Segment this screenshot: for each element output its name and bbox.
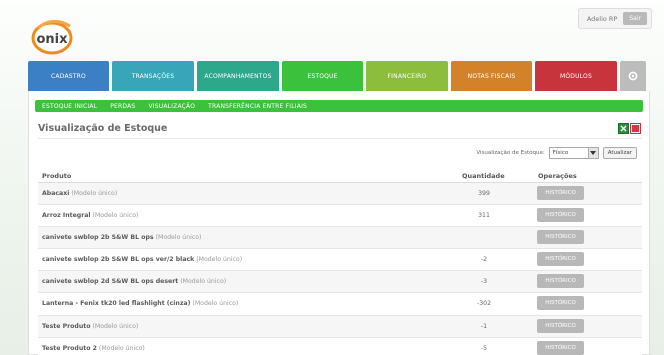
header-operations: Operações	[538, 172, 577, 180]
sub-nav: Estoque Inicial Perdas Visualização Tran…	[35, 100, 643, 112]
history-button[interactable]: Histórico	[537, 318, 584, 333]
page-title: Visualização de Estoque	[38, 123, 168, 134]
subnav-transferencia[interactable]: Transferência entre filiais	[208, 103, 307, 110]
quantity-cell: -302	[476, 300, 492, 308]
product-name: Teste Produto	[42, 322, 91, 330]
stock-view-filter: Visualização de Estoque: Físico Atualiza…	[476, 147, 637, 159]
product-cell: Teste Produto 2 (Modelo único)	[42, 345, 145, 352]
product-name: Lanterna - Fenix tk20 led flashlight (ci…	[42, 300, 191, 308]
user-name: Adelio RP	[586, 14, 618, 23]
table-row: Abacaxi (Modelo único) 399 Histórico	[38, 183, 642, 206]
history-button[interactable]: Histórico	[537, 208, 584, 223]
onix-logo-icon: onix	[31, 20, 73, 55]
product-name: canivete swblop 2b S&W BL ops ver/2 blac…	[42, 256, 195, 264]
table-row: Teste Produto (Modelo único) -1 Históric…	[38, 315, 642, 338]
settings-button[interactable]	[620, 61, 646, 91]
subnav-estoque-inicial[interactable]: Estoque Inicial	[42, 103, 97, 110]
quantity-cell: -5	[480, 344, 488, 352]
subnav-perdas[interactable]: Perdas	[110, 103, 135, 110]
chevron-down-icon	[587, 148, 598, 158]
logout-button[interactable]: Sair	[623, 12, 647, 25]
table-row: canivete swblop 2d S&W BL ops desert (Mo…	[38, 271, 642, 294]
product-model: (Modelo único)	[196, 256, 243, 264]
product-cell: Lanterna - Fenix tk20 led flashlight (ci…	[42, 300, 238, 307]
main-nav: Cadastro Transações Acompanhamentos Esto…	[28, 61, 650, 91]
export-icons	[618, 123, 641, 134]
table-row: Arroz Integral (Modelo único) 311 Histór…	[38, 205, 642, 228]
onix-logo[interactable]: onix	[30, 14, 78, 56]
table-row: canivete swblop 2b S&W BL ops (Modelo ún…	[38, 227, 642, 250]
pdf-icon[interactable]	[630, 123, 641, 134]
product-name: canivete swblop 2b S&W BL ops	[42, 234, 154, 242]
user-box: Adelio RP Sair	[577, 8, 652, 29]
history-button[interactable]: Histórico	[537, 186, 584, 200]
product-cell: Abacaxi (Modelo único)	[42, 190, 117, 197]
header-quantity[interactable]: Quantidade	[462, 172, 505, 180]
gear-icon	[628, 71, 638, 81]
nav-cadastro[interactable]: Cadastro	[28, 61, 109, 91]
product-model: (Modelo único)	[180, 278, 227, 286]
nav-financeiro[interactable]: Financeiro	[366, 61, 448, 91]
product-name: Teste Produto 2	[42, 344, 97, 352]
logo-text: onix	[36, 32, 68, 47]
table-row: Teste Produto 2 (Modelo único) -5 Histór…	[38, 337, 642, 355]
nav-notas-fiscais[interactable]: Notas Fiscais	[451, 61, 532, 91]
filter-label: Visualização de Estoque:	[476, 150, 545, 156]
table-row: canivete swblop 2b S&W BL ops ver/2 blac…	[38, 249, 642, 272]
product-model: (Modelo único)	[98, 344, 145, 352]
product-model: (Modelo único)	[92, 322, 139, 330]
title-divider	[38, 138, 642, 139]
quantity-cell: 399	[478, 190, 490, 197]
nav-acompanhamentos[interactable]: Acompanhamentos	[197, 61, 279, 91]
selected-option: Físico	[552, 150, 569, 156]
history-button[interactable]: Histórico	[537, 340, 584, 355]
content-panel: Estoque Inicial Perdas Visualização Tran…	[28, 91, 650, 355]
history-button[interactable]: Histórico	[537, 230, 584, 245]
product-cell: canivete swblop 2b S&W BL ops (Modelo ún…	[42, 234, 201, 241]
product-name: canivete swblop 2d S&W BL ops desert	[42, 278, 179, 286]
product-model: (Modelo único)	[155, 234, 202, 242]
history-button[interactable]: Histórico	[537, 274, 584, 289]
table-header: Produto Quantidade Operações	[38, 169, 642, 183]
product-name: Arroz Integral	[42, 212, 91, 220]
update-button[interactable]: Atualizar	[602, 147, 637, 159]
nav-transacoes[interactable]: Transações	[112, 61, 194, 91]
product-cell: Arroz Integral (Modelo único)	[42, 212, 138, 219]
product-cell: canivete swblop 2d S&W BL ops desert (Mo…	[42, 278, 226, 285]
nav-estoque[interactable]: Estoque	[282, 61, 363, 91]
product-cell: Teste Produto (Modelo único)	[42, 323, 138, 330]
product-model: (Modelo único)	[92, 212, 139, 220]
history-button[interactable]: Histórico	[537, 252, 584, 267]
quantity-cell: -1	[480, 322, 488, 330]
nav-modulos[interactable]: Módulos	[535, 61, 617, 91]
excel-icon[interactable]	[618, 123, 629, 134]
product-model: (Modelo único)	[71, 190, 118, 197]
header-product[interactable]: Produto	[42, 172, 71, 180]
table-row: Lanterna - Fenix tk20 led flashlight (ci…	[38, 293, 642, 316]
stock-view-select[interactable]: Físico	[548, 147, 599, 159]
product-name: Abacaxi	[42, 190, 70, 197]
product-model: (Modelo único)	[192, 300, 239, 308]
stock-table: Abacaxi (Modelo único) 399 Histórico Arr…	[38, 183, 642, 355]
product-cell: canivete swblop 2b S&W BL ops ver/2 blac…	[42, 256, 242, 263]
quantity-cell: -3	[480, 278, 488, 286]
quantity-cell: 311	[478, 212, 490, 220]
history-button[interactable]: Histórico	[537, 296, 584, 311]
quantity-cell: -2	[480, 256, 488, 264]
subnav-visualizacao[interactable]: Visualização	[148, 103, 195, 110]
